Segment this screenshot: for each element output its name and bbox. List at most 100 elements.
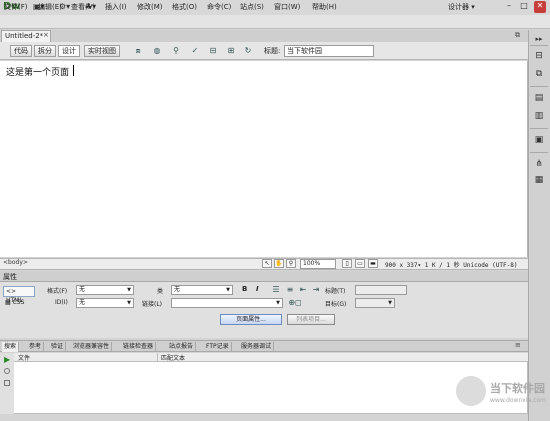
menu-bar — [0, 15, 550, 29]
document-info: 900 x 337▾ 1 K / 1 秒 Unicode (UTF-8) — [385, 262, 518, 269]
business-catalyst-icon[interactable]: ▣ — [532, 134, 546, 146]
properties-title: 属性 — [3, 273, 17, 281]
hand-tool-icon[interactable]: ✋ — [274, 259, 284, 268]
class-label: 类 — [157, 288, 164, 295]
tab-validation[interactable]: 验证 — [49, 342, 67, 352]
menu-insert[interactable]: 插入(I) — [105, 2, 127, 12]
stop-icon[interactable] — [4, 368, 10, 374]
indent-icon[interactable]: ⇥ — [310, 284, 322, 296]
dock-separator — [530, 128, 548, 129]
phone-size-icon[interactable]: ▯ — [342, 259, 352, 268]
tag-selector[interactable]: <body> — [3, 259, 28, 266]
dock-separator — [530, 152, 548, 153]
tab-site-reports[interactable]: 站点报告 — [167, 342, 197, 352]
assets-icon[interactable]: ▦ — [532, 174, 546, 186]
insert-panel-icon[interactable]: ⊟ — [532, 50, 546, 62]
tab-browser-compat[interactable]: 浏览器兼容性 — [71, 342, 113, 352]
title-field-input[interactable] — [355, 285, 407, 295]
results-header — [14, 353, 528, 362]
menu-window[interactable]: 窗口(W) — [274, 2, 300, 12]
css-styles-icon[interactable]: ⧉ — [532, 68, 546, 80]
canvas-text[interactable]: 这是第一个页面 — [6, 65, 69, 78]
ap-elements-icon[interactable]: ▤ — [532, 92, 546, 104]
tablet-size-icon[interactable]: ▭ — [355, 259, 365, 268]
workspace-switcher[interactable]: 设计器 ▾ — [448, 2, 475, 12]
multiscreen-icon[interactable]: ⧈ — [130, 45, 146, 57]
menu-modify[interactable]: 修改(M) — [137, 2, 163, 12]
results-menu-icon[interactable]: ≡ — [515, 341, 521, 349]
bold-button[interactable]: B — [242, 285, 247, 293]
minimize-icon[interactable]: – — [503, 1, 515, 13]
outdent-icon[interactable]: ⇤ — [297, 284, 309, 296]
refresh-icon[interactable]: ↻ — [240, 45, 256, 57]
menu-help[interactable]: 帮助(H) — [312, 2, 337, 12]
play-icon[interactable]: ▶ — [4, 355, 10, 364]
restore-icon[interactable]: ⧉ — [515, 31, 520, 40]
dreamweaver-window: Dw ▣▾ ⚙▾ ♣▾ 设计器 ▾ – □ ✕ 文件(F) 编辑(E) 查看(V… — [0, 0, 550, 421]
save-report-icon[interactable] — [4, 380, 10, 386]
ordered-list-icon[interactable]: ≡ — [284, 284, 296, 296]
italic-button[interactable]: I — [256, 285, 259, 293]
design-canvas[interactable] — [0, 61, 528, 257]
class-value: 无 — [174, 286, 181, 293]
menu-view[interactable]: 查看(V) — [71, 2, 95, 12]
link-label: 链接(L) — [142, 301, 163, 308]
close-icon[interactable]: ✕ — [534, 1, 546, 13]
col-file[interactable]: 文件 — [18, 353, 30, 362]
desktop-size-icon[interactable]: ▬ — [368, 259, 378, 268]
tab-search[interactable]: 搜索 — [2, 342, 20, 352]
select-tool-icon[interactable]: ↖ — [262, 259, 272, 268]
link-input[interactable]: ▼ — [171, 298, 283, 308]
target-select[interactable]: ▼ — [355, 298, 395, 308]
list-item-button: 列表项目... — [287, 314, 335, 325]
watermark-url: www.downxia.com — [490, 397, 546, 404]
css-mode-button[interactable]: ▦ CSS — [5, 299, 24, 306]
col-matched-text[interactable]: 匹配文本 — [161, 353, 185, 362]
dock-separator — [530, 86, 548, 87]
split-view-button[interactable]: 拆分 — [34, 45, 56, 57]
file-management-icon[interactable]: ⚲ — [168, 45, 184, 57]
text-caret — [73, 65, 74, 76]
tab-ftp-log[interactable]: FTP记录 — [204, 342, 232, 352]
tab-close-icon[interactable]: × — [43, 31, 49, 39]
watermark-name: 当下软件园 — [490, 382, 545, 395]
design-view-button[interactable]: 设计 — [58, 45, 80, 57]
zoom-select[interactable]: 100% — [300, 259, 336, 269]
menu-command[interactable]: 命令(C) — [207, 2, 231, 12]
results-list[interactable] — [14, 362, 528, 414]
dock-separator — [530, 45, 548, 46]
zoom-tool-icon[interactable]: ⚲ — [286, 259, 296, 268]
tab-reference[interactable]: 参考 — [27, 342, 45, 352]
title-field-label: 标题(T) — [325, 288, 346, 295]
right-panel-dock — [528, 30, 550, 421]
format-label: 格式(F) — [47, 288, 68, 295]
menu-file[interactable]: 文件(F) — [4, 2, 28, 12]
id-select[interactable]: 无 ▼ — [76, 298, 134, 308]
w3c-validation-icon[interactable]: ✓ — [187, 45, 203, 57]
unordered-list-icon[interactable]: ☰ — [270, 284, 282, 296]
menu-format[interactable]: 格式(O) — [172, 2, 197, 12]
tab-link-checker[interactable]: 链接检查器 — [121, 342, 157, 352]
preview-browser-icon[interactable]: ◍ — [149, 45, 165, 57]
menu-edit[interactable]: 编辑(E) — [38, 2, 62, 12]
tag-inspector-icon[interactable]: ▥ — [532, 110, 546, 122]
class-select[interactable]: 无 ▼ — [171, 285, 233, 295]
tab-server-debug[interactable]: 服务器调试 — [239, 342, 275, 352]
page-title-input[interactable]: 当下软件园 — [284, 45, 374, 57]
link-browse-icon[interactable]: ⊕◻ — [285, 297, 305, 309]
html-mode-button[interactable]: <> HTML — [3, 286, 35, 304]
document-tab-strip — [0, 30, 528, 42]
format-select[interactable]: 无 ▼ — [76, 285, 134, 295]
watermark-logo — [456, 376, 486, 406]
maximize-icon[interactable]: □ — [518, 1, 530, 13]
files-icon[interactable]: ⋔ — [532, 158, 546, 170]
live-view-button[interactable]: 实时视图 — [84, 45, 120, 57]
menu-site[interactable]: 站点(S) — [240, 2, 264, 12]
check-browser-icon[interactable]: ⊟ — [205, 45, 221, 57]
expand-panels-icon[interactable]: ▸▸ — [532, 33, 546, 45]
properties-header[interactable] — [0, 271, 528, 282]
code-view-button[interactable]: 代码 — [10, 45, 32, 57]
visual-aids-icon[interactable]: ⊞ — [223, 45, 239, 57]
id-label: ID(I) — [55, 299, 68, 306]
page-properties-button[interactable]: 页面属性... — [220, 314, 282, 325]
